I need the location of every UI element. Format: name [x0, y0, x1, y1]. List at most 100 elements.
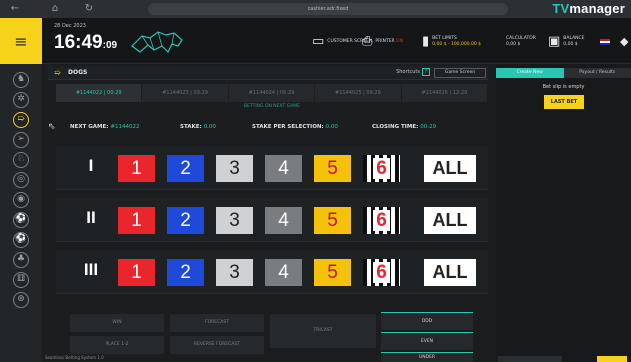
stake-per-selection: STAKE PER SELECTION: 0.00: [252, 124, 338, 130]
back-arrow-icon[interactable]: ←: [8, 2, 22, 16]
even-button[interactable]: EVEN: [381, 332, 473, 350]
calculator-button[interactable]: CALCULATOR 0,00 $: [506, 32, 536, 52]
bet-slip-tabs: Create New Payout / Results: [496, 68, 631, 78]
sidebar-item-horse-racing-icon[interactable]: ♘: [13, 152, 29, 168]
sidebar-item-horses-icon[interactable]: ♞: [13, 72, 29, 88]
sidebar-item-football-icon[interactable]: ⚽: [13, 212, 29, 228]
bet-limits-label: BET LIMITS: [432, 36, 457, 41]
bet-slip-empty-text: Bet slip is empty: [542, 84, 585, 90]
info-row: NEXT GAME: #1144022 STAKE: 0.00 STAKE PE…: [56, 124, 488, 136]
bet-limits: ▮ BET LIMITS 0,00 $ - 100,000.00 $: [422, 32, 481, 52]
clock-time: 16:49: [54, 32, 103, 53]
place-button[interactable]: PLACE 1-2: [70, 336, 164, 354]
runner-2-button[interactable]: 2: [167, 259, 204, 286]
runner-3-button[interactable]: 3: [216, 207, 253, 234]
sidebar-item-soccer-icon[interactable]: ⚽: [13, 232, 29, 248]
printer-label: PRINTER: [375, 39, 395, 44]
sidebar-item-keno-icon[interactable]: ◉: [13, 192, 29, 208]
game-logo-icon: [131, 31, 183, 54]
runner-6-button[interactable]: 6: [363, 259, 400, 286]
dog-icon: ➯: [54, 68, 61, 77]
tricast-button[interactable]: TRICAST: [270, 314, 376, 348]
tab-create-new[interactable]: Create New: [496, 68, 564, 78]
runner-3-button[interactable]: 3: [216, 259, 253, 286]
wallet-icon: ▣: [548, 34, 561, 49]
shortcuts-label: Shortcuts: [396, 69, 420, 75]
next-game-value: #1144022: [110, 124, 140, 130]
sidebar-item-lucky-icon[interactable]: ♣: [13, 252, 29, 268]
runner-4-button[interactable]: 4: [265, 207, 302, 234]
sidebar-item-roulette-icon[interactable]: ◎: [13, 172, 29, 188]
brand-tv: TV: [552, 1, 570, 16]
runner-5-button[interactable]: 5: [314, 207, 351, 234]
bet-slip-panel: Create New Payout / Results Bet slip is …: [496, 64, 631, 362]
tab-game-2[interactable]: #1144024 | 06:29: [228, 84, 315, 102]
stake-label: STAKE:: [180, 124, 202, 130]
sidebar-item-racing-icon[interactable]: ➢: [13, 132, 29, 148]
runner-3-button[interactable]: 3: [216, 155, 253, 182]
clock-seconds: :09: [102, 40, 118, 51]
win-button[interactable]: WIN: [70, 314, 164, 332]
home-icon[interactable]: ⌂: [48, 2, 62, 16]
runner-2-button[interactable]: 2: [167, 207, 204, 234]
all-button[interactable]: ALL: [424, 207, 476, 234]
brand-manager: manager: [569, 1, 625, 16]
sidebar-item-dice-icon[interactable]: ⚅: [13, 272, 29, 288]
tab-payout-results[interactable]: Payout / Results: [563, 68, 631, 78]
runner-2-button[interactable]: 2: [167, 155, 204, 182]
limits-icon: ▮: [422, 34, 430, 49]
tab-game-0[interactable]: #1144022 | 00:29: [56, 84, 142, 102]
runner-4-button[interactable]: 4: [265, 155, 302, 182]
user-icon[interactable]: ◆: [620, 32, 631, 52]
under-button[interactable]: UNDER: [381, 352, 473, 362]
sidebar-item-dogs-icon[interactable]: ➯: [13, 112, 29, 128]
printer-state: ON: [396, 39, 404, 44]
address-bar[interactable]: cashier.adr.fixed: [148, 3, 508, 15]
sidebar-item-wheel-icon[interactable]: ✲: [13, 92, 29, 108]
runner-6-label: 6: [373, 262, 390, 283]
runner-5-button[interactable]: 5: [314, 155, 351, 182]
sidebar-item-spin-icon[interactable]: ⊛: [13, 292, 29, 308]
sidebar: ♞ ✲ ➯ ➢ ♘ ◎ ◉ ⚽ ⚽ ♣ ⚅ ⊛: [0, 64, 42, 362]
runner-4-button[interactable]: 4: [265, 259, 302, 286]
next-game: NEXT GAME: #1144022: [70, 124, 140, 130]
tab-game-1[interactable]: #1144023 | 03:29: [142, 84, 228, 102]
row-roman: III: [83, 260, 99, 279]
bet-slip-footer-bar: [498, 356, 562, 362]
tab-game-3[interactable]: #1144025 | 09:29: [315, 84, 401, 102]
stake-value: 0.00: [203, 124, 216, 130]
date-label: 28 Dec 2023: [54, 23, 86, 29]
last-bet-button[interactable]: LAST BET: [544, 95, 584, 109]
stake-per-selection-value: 0.00: [325, 124, 338, 130]
stake: STAKE: 0.00: [180, 124, 216, 130]
bet-row-first: I 1 2 3 4 5 6 ALL: [56, 146, 488, 190]
shortcuts[interactable]: Shortcuts?: [396, 68, 430, 76]
printer-button[interactable]: ⎙ PRINTER ON: [362, 32, 403, 52]
runner-6-button[interactable]: 6: [363, 155, 400, 182]
clock: 16:49:09: [54, 32, 117, 54]
runner-5-button[interactable]: 5: [314, 259, 351, 286]
brand-logo: TVmanager: [552, 1, 625, 16]
all-button[interactable]: ALL: [424, 155, 476, 182]
game-screen-button[interactable]: Game Screen: [434, 68, 486, 78]
bet-row-third: III 1 2 3 4 5 6 ALL: [56, 250, 488, 294]
language-flag-icon[interactable]: [600, 32, 610, 52]
runner-1-button[interactable]: 1: [118, 207, 155, 234]
menu-icon[interactable]: ≡: [0, 18, 42, 64]
reload-icon[interactable]: ↻: [82, 2, 96, 16]
browser-toolbar: ← ⌂ ↻ cashier.adr.fixed TVmanager: [0, 0, 631, 18]
reverse-forecast-button[interactable]: REVERSE FORECAST: [170, 336, 264, 354]
balance-value: 0,00 $: [563, 42, 578, 47]
row-roman: II: [86, 208, 96, 227]
top-bar: ≡ 28 Dec 2023 16:49:09 ▭ CUSTOMER SCREEN…: [0, 18, 631, 64]
runner-6-button[interactable]: 6: [363, 207, 400, 234]
odd-button[interactable]: ODD: [381, 312, 473, 330]
runner-1-button[interactable]: 1: [118, 155, 155, 182]
game-header: ➯ DOGS Shortcuts? Game Screen: [48, 66, 488, 80]
forecast-button[interactable]: FORECAST: [170, 314, 264, 332]
tab-game-4[interactable]: #1144026 | 12:29: [401, 84, 488, 102]
bet-slip-footer-button[interactable]: [597, 356, 627, 362]
runner-1-button[interactable]: 1: [118, 259, 155, 286]
all-button[interactable]: ALL: [424, 259, 476, 286]
balance: ▣ BALANCE 0,00 $: [548, 32, 585, 52]
